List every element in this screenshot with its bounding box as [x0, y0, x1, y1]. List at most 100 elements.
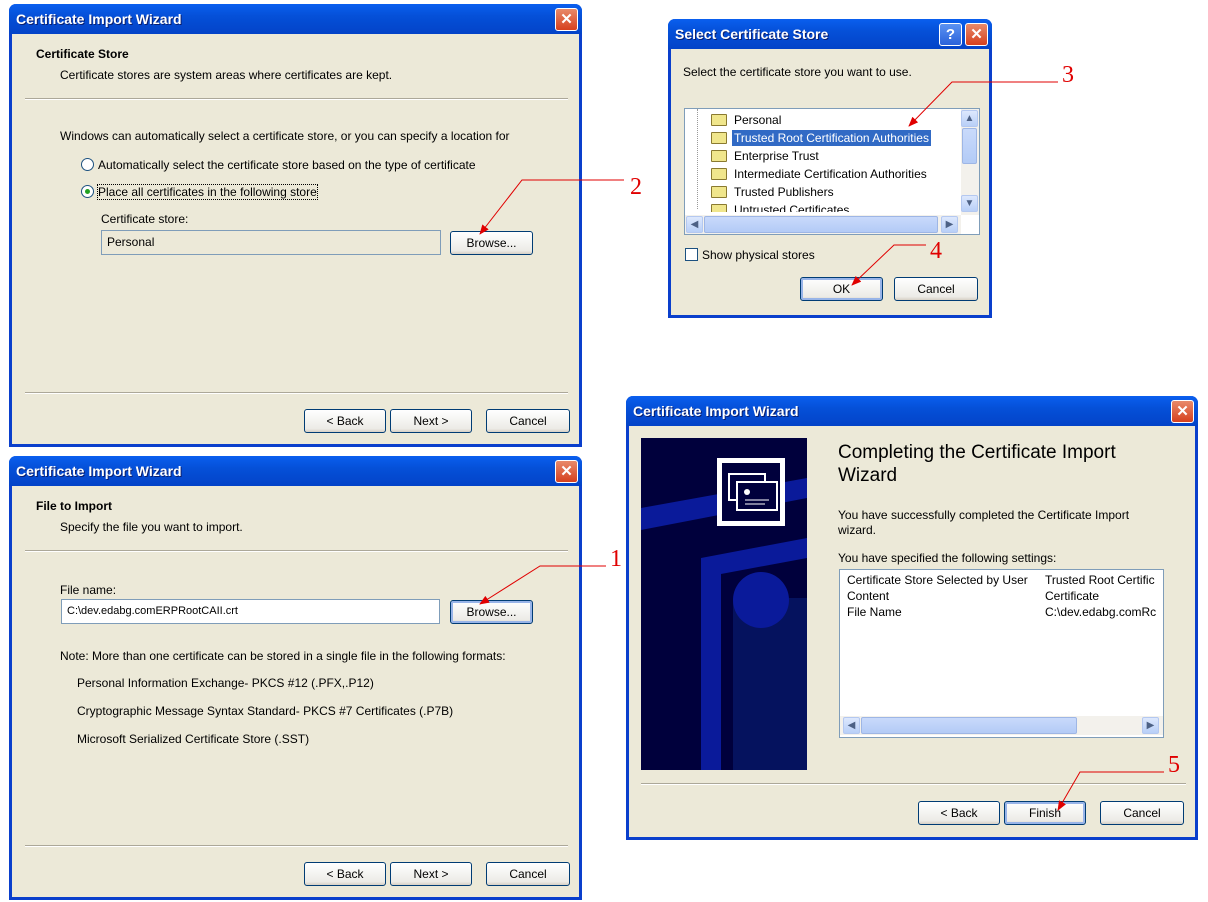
format-item: Cryptographic Message Syntax Standard- P…: [77, 704, 454, 718]
close-icon[interactable]: ✕: [965, 23, 988, 46]
certificate-store-wizard: Certificate Import Wizard ✕ Certificate …: [9, 4, 582, 447]
vertical-scrollbar[interactable]: ▲ ▼: [961, 109, 979, 215]
scroll-down-icon[interactable]: ▼: [961, 195, 978, 212]
completing-wizard: Certificate Import Wizard ✕ Completing t…: [626, 396, 1198, 840]
store-tree[interactable]: Personal Trusted Root Certification Auth…: [684, 108, 980, 235]
setting-value: Trusted Root Certific: [1045, 573, 1155, 587]
browse-button[interactable]: Browse...: [450, 231, 533, 255]
scroll-thumb[interactable]: [962, 128, 977, 164]
scroll-right-icon[interactable]: ▶: [941, 216, 958, 233]
prompt-text: Select the certificate store you want to…: [683, 65, 912, 79]
back-button[interactable]: < Back: [304, 409, 386, 433]
page-subtitle: Certificate stores are system areas wher…: [60, 68, 393, 82]
setting-name: Certificate Store Selected by User: [847, 573, 1028, 587]
next-button[interactable]: Next >: [390, 409, 472, 433]
settings-label: You have specified the following setting…: [838, 551, 1057, 565]
tree-item[interactable]: Enterprise Trust: [685, 147, 955, 165]
file-name-input[interactable]: C:\dev.edabg.comERPRootCAII.crt: [61, 599, 440, 624]
store-label: Certificate store:: [101, 212, 189, 226]
scroll-thumb[interactable]: [861, 717, 1077, 734]
browse-button[interactable]: Browse...: [450, 600, 533, 624]
divider: [25, 392, 568, 394]
tree-item-selected[interactable]: Trusted Root Certification Authorities: [685, 129, 955, 147]
setting-name: File Name: [847, 605, 902, 619]
tree-item[interactable]: Personal: [685, 111, 955, 129]
radio-auto[interactable]: [81, 158, 94, 171]
horizontal-scrollbar[interactable]: ◀ ▶: [685, 215, 961, 234]
settings-list[interactable]: Certificate Store Selected by User Trust…: [839, 569, 1164, 738]
window-title: Certificate Import Wizard: [16, 11, 182, 27]
show-physical-checkbox[interactable]: [685, 248, 698, 261]
next-button[interactable]: Next >: [390, 862, 472, 886]
format-item: Personal Information Exchange- PKCS #12 …: [77, 676, 374, 690]
ok-button[interactable]: OK: [800, 277, 883, 301]
radio-place-label[interactable]: Place all certificates in the following …: [97, 184, 318, 200]
setting-name: Content: [847, 589, 890, 603]
wizard-banner-image: [641, 438, 807, 770]
close-icon[interactable]: ✕: [555, 460, 578, 483]
back-button[interactable]: < Back: [304, 862, 386, 886]
intro-text: Windows can automatically select a certi…: [60, 129, 510, 143]
page-heading: Completing the Certificate Import Wizard: [838, 442, 1116, 486]
tree-item[interactable]: Untrusted Certificates: [685, 201, 955, 212]
divider: [641, 783, 1186, 785]
window-title: Certificate Import Wizard: [16, 463, 182, 479]
note-text: Note: More than one certificate can be s…: [60, 649, 506, 663]
divider: [25, 98, 568, 100]
divider: [25, 550, 568, 552]
close-icon[interactable]: ✕: [555, 8, 578, 31]
store-label: Untrusted Certificates: [734, 203, 850, 212]
tree-item[interactable]: Trusted Publishers: [685, 183, 955, 201]
tree-item[interactable]: Intermediate Certification Authorities: [685, 165, 955, 183]
success-message: You have successfully completed the Cert…: [838, 508, 1130, 537]
select-certificate-store-dialog: Select Certificate Store ? ✕ Select the …: [668, 19, 992, 318]
file-label: File name:: [60, 583, 117, 597]
help-icon[interactable]: ?: [939, 23, 962, 46]
title-bar[interactable]: Certificate Import Wizard ✕: [626, 396, 1198, 426]
scroll-left-icon[interactable]: ◀: [843, 717, 860, 734]
show-physical-label[interactable]: Show physical stores: [702, 248, 815, 262]
cancel-button[interactable]: Cancel: [486, 862, 570, 886]
page-subtitle: Specify the file you want to import.: [60, 520, 243, 534]
scroll-left-icon[interactable]: ◀: [686, 216, 703, 233]
folder-icon: [711, 132, 727, 144]
scroll-thumb[interactable]: [704, 216, 938, 233]
scroll-right-icon[interactable]: ▶: [1142, 717, 1159, 734]
page-heading: Certificate Store: [36, 47, 129, 61]
radio-place[interactable]: [81, 185, 94, 198]
cancel-button[interactable]: Cancel: [894, 277, 978, 301]
horizontal-scrollbar[interactable]: ◀ ▶: [840, 716, 1163, 735]
title-bar[interactable]: Certificate Import Wizard ✕: [9, 4, 582, 34]
setting-value: Certificate: [1045, 589, 1100, 603]
step-number-1: 1: [610, 546, 622, 572]
folder-icon: [711, 150, 727, 162]
title-bar[interactable]: Select Certificate Store ? ✕: [668, 19, 992, 49]
title-bar[interactable]: Certificate Import Wizard ✕: [9, 456, 582, 486]
folder-icon: [711, 114, 727, 126]
cancel-button[interactable]: Cancel: [486, 409, 570, 433]
folder-icon: [711, 168, 727, 180]
format-item: Microsoft Serialized Certificate Store (…: [77, 732, 310, 746]
page-heading: File to Import: [36, 499, 112, 513]
store-label: Trusted Publishers: [734, 185, 834, 199]
step-number-2: 2: [630, 174, 642, 200]
certificate-graphic: [641, 458, 807, 770]
setting-value: C:\dev.edabg.comRc: [1045, 605, 1157, 619]
radio-auto-label[interactable]: Automatically select the certificate sto…: [98, 158, 476, 172]
file-import-wizard: Certificate Import Wizard ✕ File to Impo…: [9, 456, 582, 900]
store-label: Trusted Root Certification Authorities: [732, 130, 931, 146]
window-title: Certificate Import Wizard: [633, 403, 799, 419]
store-label: Enterprise Trust: [734, 149, 819, 163]
finish-button[interactable]: Finish: [1004, 801, 1086, 825]
close-icon[interactable]: ✕: [1171, 400, 1194, 423]
folder-icon: [711, 204, 727, 212]
scroll-up-icon[interactable]: ▲: [961, 110, 978, 127]
divider: [25, 845, 568, 847]
store-field[interactable]: Personal: [101, 230, 441, 255]
store-label: Personal: [734, 113, 782, 127]
back-button[interactable]: < Back: [918, 801, 1000, 825]
folder-icon: [711, 186, 727, 198]
window-title: Select Certificate Store: [675, 26, 829, 42]
cancel-button[interactable]: Cancel: [1100, 801, 1184, 825]
step-number-3: 3: [1062, 62, 1074, 88]
